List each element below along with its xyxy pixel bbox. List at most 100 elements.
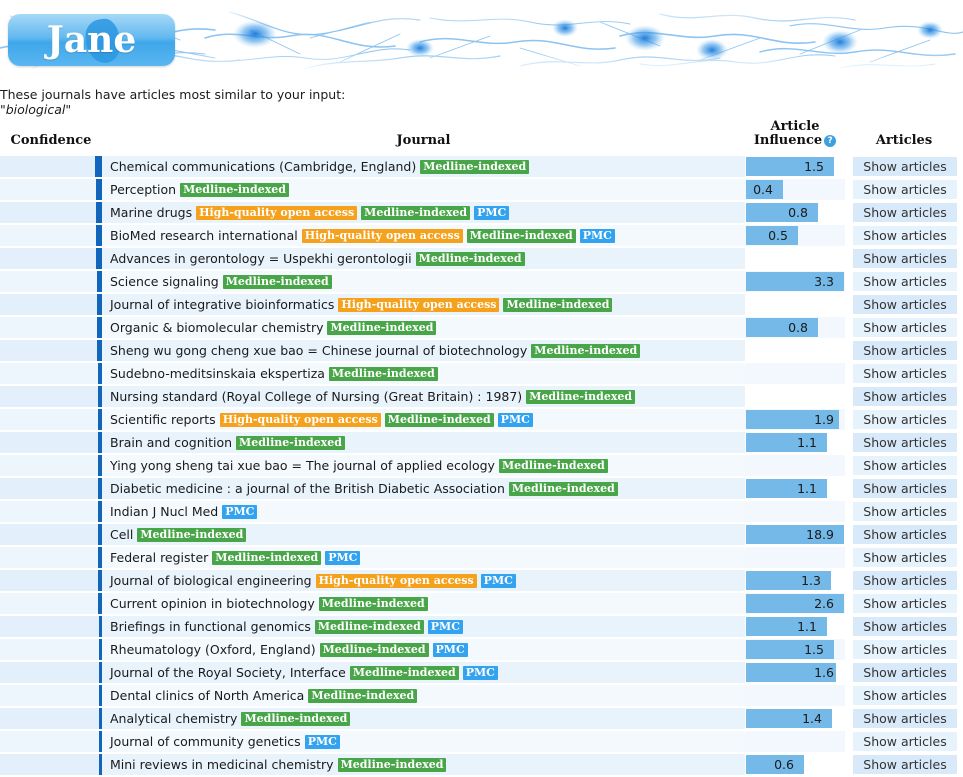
show-articles-button[interactable]: Show articles <box>853 364 957 383</box>
tag-medline[interactable]: Medline-indexed <box>212 551 322 565</box>
show-articles-button[interactable]: Show articles <box>853 157 957 176</box>
articles-cell: Show articles <box>845 315 963 340</box>
journal-title[interactable]: Chemical communications (Cambridge, Engl… <box>110 159 416 174</box>
show-articles-button[interactable]: Show articles <box>853 272 957 291</box>
journal-title[interactable]: Advances in gerontology = Uspekhi geront… <box>110 251 412 266</box>
tag-medline[interactable]: Medline-indexed <box>328 367 438 381</box>
journal-title[interactable]: Marine drugs <box>110 205 192 220</box>
show-articles-button[interactable]: Show articles <box>853 640 957 659</box>
journal-title[interactable]: Dental clinics of North America <box>110 688 304 703</box>
table-row: Organic & biomolecular chemistry Medline-… <box>0 315 963 340</box>
show-articles-button[interactable]: Show articles <box>853 732 957 751</box>
tag-medline[interactable]: Medline-indexed <box>384 413 494 427</box>
journal-title[interactable]: Current opinion in biotechnology <box>110 596 315 611</box>
journal-title[interactable]: Federal register <box>110 550 208 565</box>
tag-pmc[interactable]: PMC <box>474 206 510 220</box>
show-articles-button[interactable]: Show articles <box>853 180 957 199</box>
show-articles-button[interactable]: Show articles <box>853 709 957 728</box>
journal-title[interactable]: Nursing standard (Royal College of Nursi… <box>110 389 522 404</box>
influence-gauge: 0.8 <box>746 203 844 222</box>
tag-medline[interactable]: Medline-indexed <box>503 298 613 312</box>
show-articles-button[interactable]: Show articles <box>853 755 957 774</box>
tag-pmc[interactable]: PMC <box>462 666 498 680</box>
show-articles-button[interactable]: Show articles <box>853 571 957 590</box>
help-icon[interactable]: ? <box>824 135 837 147</box>
show-articles-button[interactable]: Show articles <box>853 410 957 429</box>
tag-hqoa[interactable]: High-quality open access <box>301 229 463 243</box>
journal-title[interactable]: Briefings in functional genomics <box>110 619 311 634</box>
journal-title[interactable]: BioMed research international <box>110 228 298 243</box>
tag-pmc[interactable]: PMC <box>304 735 340 749</box>
tag-medline[interactable]: Medline-indexed <box>466 229 576 243</box>
tag-medline[interactable]: Medline-indexed <box>137 528 247 542</box>
tag-medline[interactable]: Medline-indexed <box>526 390 636 404</box>
journal-title[interactable]: Journal of community genetics <box>110 734 301 749</box>
journal-title[interactable]: Brain and cognition <box>110 435 232 450</box>
journal-title[interactable]: Organic & biomolecular chemistry <box>110 320 323 335</box>
journal-title[interactable]: Indian J Nucl Med <box>110 504 218 519</box>
tag-medline[interactable]: Medline-indexed <box>241 712 351 726</box>
tag-pmc[interactable]: PMC <box>325 551 361 565</box>
journal-title[interactable]: Science signaling <box>110 274 219 289</box>
tag-hqoa[interactable]: High-quality open access <box>219 413 381 427</box>
show-articles-button[interactable]: Show articles <box>853 663 957 682</box>
show-articles-button[interactable]: Show articles <box>853 387 957 406</box>
journal-title[interactable]: Rheumatology (Oxford, England) <box>110 642 316 657</box>
journal-title[interactable]: Journal of biological engineering <box>110 573 312 588</box>
journal-title[interactable]: Journal of the Royal Society, Interface <box>110 665 346 680</box>
journal-title[interactable]: Cell <box>110 527 133 542</box>
tag-hqoa[interactable]: High-quality open access <box>338 298 500 312</box>
show-articles-button[interactable]: Show articles <box>853 433 957 452</box>
tag-pmc[interactable]: PMC <box>222 505 258 519</box>
show-articles-button[interactable]: Show articles <box>853 249 957 268</box>
show-articles-button[interactable]: Show articles <box>853 341 957 360</box>
tag-medline[interactable]: Medline-indexed <box>420 160 530 174</box>
influence-gauge: 0.8 <box>746 318 844 337</box>
journal-title[interactable]: Sudebno-meditsinskaia ekspertiza <box>110 366 325 381</box>
journal-title[interactable]: Journal of integrative bioinformatics <box>110 297 334 312</box>
show-articles-button[interactable]: Show articles <box>853 318 957 337</box>
tag-medline[interactable]: Medline-indexed <box>308 689 418 703</box>
tag-pmc[interactable]: PMC <box>427 620 463 634</box>
journal-title[interactable]: Diabetic medicine : a journal of the Bri… <box>110 481 505 496</box>
show-articles-button[interactable]: Show articles <box>853 456 957 475</box>
tag-pmc[interactable]: PMC <box>579 229 615 243</box>
tag-medline[interactable]: Medline-indexed <box>314 620 424 634</box>
show-articles-button[interactable]: Show articles <box>853 617 957 636</box>
tag-medline[interactable]: Medline-indexed <box>327 321 437 335</box>
tag-pmc[interactable]: PMC <box>497 413 533 427</box>
tag-medline[interactable]: Medline-indexed <box>180 183 289 197</box>
tag-medline[interactable]: Medline-indexed <box>531 344 641 358</box>
journal-title[interactable]: Ying yong sheng tai xue bao = The journa… <box>110 458 495 473</box>
tag-medline[interactable]: Medline-indexed <box>319 643 429 657</box>
tag-medline[interactable]: Medline-indexed <box>337 758 447 772</box>
journal-title[interactable]: Mini reviews in medicinal chemistry <box>110 757 334 772</box>
journal-title[interactable]: Sheng wu gong cheng xue bao = Chinese jo… <box>110 343 527 358</box>
tag-medline[interactable]: Medline-indexed <box>318 597 428 611</box>
journal-title[interactable]: Scientific reports <box>110 412 216 427</box>
article-influence-cell: 0.8 <box>745 200 845 225</box>
show-articles-button[interactable]: Show articles <box>853 525 957 544</box>
journal-title[interactable]: Analytical chemistry <box>110 711 237 726</box>
jane-logo[interactable]: Jane <box>8 14 175 66</box>
tag-medline[interactable]: Medline-indexed <box>415 252 525 266</box>
show-articles-button[interactable]: Show articles <box>853 226 957 245</box>
tag-medline[interactable]: Medline-indexed <box>222 275 332 289</box>
show-articles-button[interactable]: Show articles <box>853 594 957 613</box>
tag-hqoa[interactable]: High-quality open access <box>196 206 358 220</box>
tag-pmc[interactable]: PMC <box>432 643 468 657</box>
tag-pmc[interactable]: PMC <box>480 574 516 588</box>
show-articles-button[interactable]: Show articles <box>853 479 957 498</box>
journal-title[interactable]: Perception <box>110 182 176 197</box>
show-articles-button[interactable]: Show articles <box>853 548 957 567</box>
show-articles-button[interactable]: Show articles <box>853 203 957 222</box>
tag-medline[interactable]: Medline-indexed <box>236 436 345 450</box>
tag-medline[interactable]: Medline-indexed <box>361 206 471 220</box>
tag-hqoa[interactable]: High-quality open access <box>315 574 477 588</box>
tag-medline[interactable]: Medline-indexed <box>349 666 459 680</box>
show-articles-button[interactable]: Show articles <box>853 295 957 314</box>
tag-medline[interactable]: Medline-indexed <box>508 482 618 496</box>
show-articles-button[interactable]: Show articles <box>853 502 957 521</box>
tag-medline[interactable]: Medline-indexed <box>498 459 608 473</box>
show-articles-button[interactable]: Show articles <box>853 686 957 705</box>
